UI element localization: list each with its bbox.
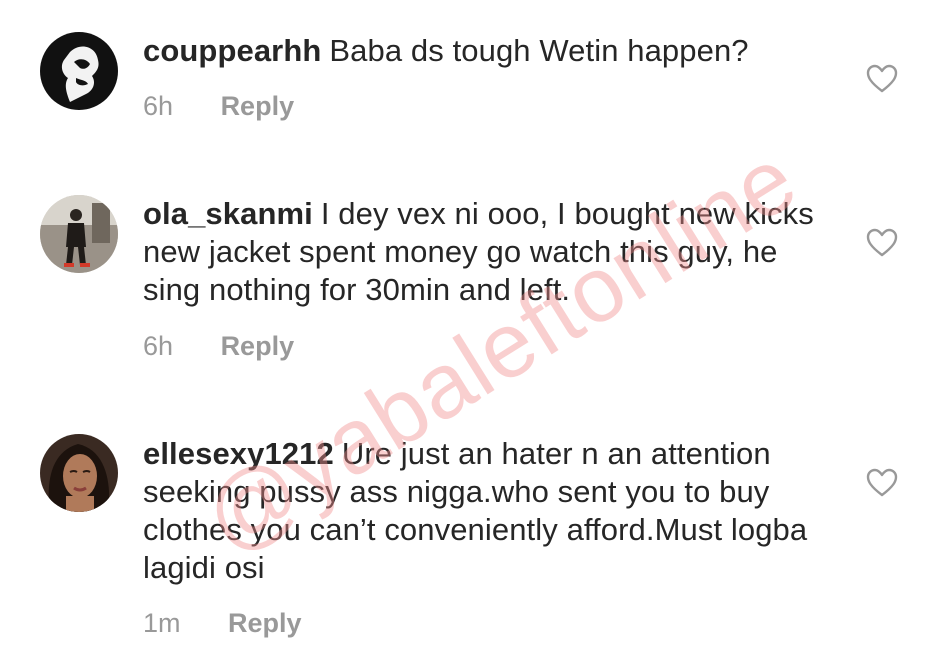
reply-button[interactable]: Reply <box>221 91 295 122</box>
reply-button[interactable]: Reply <box>228 608 302 639</box>
comment-body: ola_skanmi I dey vex ni ooo, I bought new… <box>143 195 843 309</box>
photo-avatar-icon <box>40 434 118 512</box>
reply-button[interactable]: Reply <box>221 331 295 362</box>
avatar[interactable] <box>40 195 118 273</box>
comment-username[interactable]: ola_skanmi <box>143 196 313 231</box>
comment-meta: 1m Reply <box>143 608 302 639</box>
photo-avatar-icon <box>40 195 118 273</box>
comment-meta: 6h Reply <box>143 91 294 122</box>
comment-timestamp: 6h <box>143 331 174 361</box>
comment-body: couppearhh Baba ds tough Wetin happen? <box>143 32 843 70</box>
comment-timestamp: 6h <box>143 91 174 121</box>
comment-username[interactable]: ellesexy1212 <box>143 436 334 471</box>
comment-meta: 6h Reply <box>143 331 294 362</box>
like-heart-icon[interactable] <box>866 228 898 258</box>
avatar[interactable] <box>40 32 118 110</box>
silhouette-avatar-icon <box>40 32 118 110</box>
comment-text: Baba ds tough Wetin happen? <box>329 33 749 68</box>
comment-timestamp: 1m <box>143 608 181 638</box>
like-heart-icon[interactable] <box>866 468 898 498</box>
comment-username[interactable]: couppearhh <box>143 33 321 68</box>
comment-body: ellesexy1212 Ure just an hater n an atten… <box>143 435 843 587</box>
avatar[interactable] <box>40 434 118 512</box>
like-heart-icon[interactable] <box>866 64 898 94</box>
